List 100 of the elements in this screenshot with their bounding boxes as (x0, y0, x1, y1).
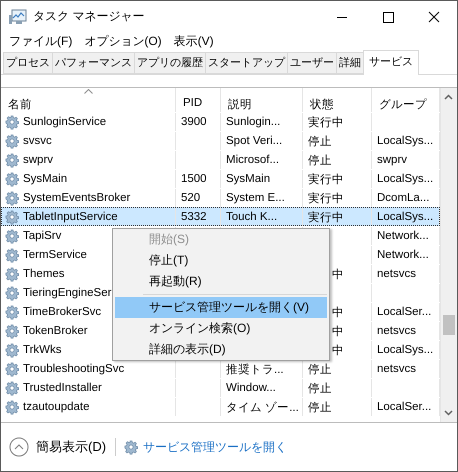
menu-bar-item[interactable]: ファイル(F) (5, 33, 76, 50)
column-header[interactable]: 説明 (221, 88, 303, 112)
service-name: Themes (23, 268, 65, 280)
service-name: TroubleshootingSvc (23, 363, 124, 375)
menu-item[interactable]: 再起動(R) (115, 271, 327, 292)
table-cell-text: 実行中 (308, 191, 344, 206)
tab[interactable]: プロセス (3, 52, 52, 74)
service-name: TokenBroker (23, 325, 88, 337)
tab[interactable]: アプリの履歴 (134, 52, 205, 74)
table-row[interactable]: SunloginService 3900 Sunlogin... 実行中 (1, 112, 440, 131)
service-name: SysMain (23, 173, 68, 185)
column-header[interactable]: 状態 (303, 88, 372, 112)
scroll-down-icon[interactable] (444, 410, 453, 416)
table-cell-text: 停止 (308, 154, 332, 168)
table-row[interactable]: SysMain 1500 SysMain 実行中 LocalSys... (1, 169, 440, 188)
table-row[interactable]: tzautoupdate タイム ゾー... 停止 LocalSer... (1, 397, 440, 416)
table-cell-text: 停止 (308, 134, 332, 148)
table-cell-text: 実行中 (308, 210, 344, 224)
service-name: TrkWks (23, 344, 62, 356)
menu-item[interactable]: サービス管理ツールを開く(V) (115, 297, 327, 318)
window-title: タスク マネージャー (33, 8, 144, 25)
table-row[interactable]: swprv Microsof... 停止 swprv (1, 150, 440, 169)
service-icon (5, 286, 20, 300)
service-icon (5, 362, 20, 376)
service-name: TabletInputService (23, 211, 118, 223)
service-icon (5, 266, 20, 282)
tab[interactable]: 詳細 (336, 52, 363, 74)
service-icon (5, 228, 20, 244)
table-cell: Network... (377, 230, 429, 242)
column-header[interactable]: PID (176, 88, 221, 112)
service-name: TermService (23, 249, 87, 261)
service-name: SunloginService (23, 116, 106, 128)
service-icon (5, 324, 20, 338)
table-cell: LocalSer... (377, 401, 432, 413)
table-cell-text: タイム ゾー... (226, 400, 299, 414)
table-cell: DcomLa... (377, 192, 430, 204)
table-cell: LocalSys... (377, 173, 434, 185)
scrollbar-thumb[interactable] (443, 315, 455, 335)
table-cell: Touch K... (226, 211, 278, 223)
service-icon (5, 210, 20, 224)
table-cell-text: 中 (332, 324, 344, 338)
collapse-icon[interactable] (9, 437, 29, 457)
open-services-link[interactable]: サービス管理ツールを開く (143, 438, 288, 456)
table-cell: netsvcs (377, 363, 416, 375)
table-row[interactable]: TabletInputService 5332 Touch K... 実行中 LocalSys... (1, 207, 440, 226)
table-cell: SysMain (226, 173, 270, 185)
tab[interactable]: スタートアップ (205, 52, 287, 74)
table-cell: System E... (226, 192, 285, 204)
table-cell: 3900 (181, 116, 207, 128)
service-name: SystemEventsBroker (23, 192, 130, 204)
service-name: swprv (23, 154, 54, 166)
table-cell: 1500 (181, 173, 207, 185)
service-name: TimeBrokerSvc (23, 306, 102, 318)
table-cell: Spot Veri... (226, 135, 282, 147)
menu-item[interactable]: 停止(T) (115, 250, 327, 271)
table-cell-text: 中 (332, 344, 344, 358)
service-icon (5, 248, 20, 262)
service-icon (5, 304, 20, 320)
table-cell: netsvcs (377, 325, 416, 337)
table-cell: 520 (181, 192, 200, 204)
table-cell: 5332 (181, 211, 207, 223)
app-icon (9, 8, 27, 24)
scroll-up-icon[interactable] (444, 94, 453, 100)
service-name: TieringEngineSer (23, 287, 112, 299)
table-cell-text: 停止 (308, 362, 332, 376)
table-row[interactable]: TrustedInstaller Window... 停止 (1, 378, 440, 397)
table-cell: netsvcs (377, 268, 416, 280)
table-row[interactable]: svsvc Spot Veri... 停止 LocalSys... (1, 131, 440, 150)
table-cell-text: 停止 (308, 400, 332, 414)
table-cell: swprv (377, 154, 408, 166)
service-icon (5, 172, 20, 186)
tab[interactable]: ユーザー (287, 52, 336, 74)
table-cell: LocalSys... (377, 344, 434, 356)
menu-bar-item[interactable]: 表示(V) (170, 33, 218, 50)
service-name: TapiSrv (23, 230, 62, 242)
service-name: svsvc (23, 135, 52, 147)
service-icon (5, 380, 20, 396)
table-cell-text: 推奨トラ... (226, 362, 284, 376)
gear-icon (124, 440, 140, 454)
table-cell: LocalSys... (377, 211, 434, 223)
table-cell: Sunlogin... (226, 116, 280, 128)
table-cell-text: 中 (332, 268, 344, 282)
service-name: tzautoupdate (23, 401, 90, 413)
service-icon (5, 342, 20, 358)
column-header[interactable]: 名前 (1, 88, 176, 112)
service-icon (5, 134, 20, 148)
tab[interactable]: パフォーマンス (52, 52, 134, 74)
service-icon (5, 114, 20, 130)
tab[interactable]: サービス (363, 50, 419, 75)
table-cell-text: 中 (332, 306, 344, 320)
service-icon (5, 190, 20, 206)
fewer-details-link[interactable]: 簡易表示(D) (36, 438, 106, 456)
table-cell: Window... (226, 382, 276, 394)
table-cell: Network... (377, 249, 429, 261)
table-cell: LocalSer... (377, 306, 432, 318)
menu-item[interactable]: 詳細の表示(D) (115, 339, 327, 360)
table-cell: LocalSys... (377, 135, 434, 147)
menu-item[interactable]: オンライン検索(O) (115, 318, 327, 339)
service-icon (5, 400, 20, 414)
menu-bar-item[interactable]: オプション(O) (80, 33, 166, 50)
